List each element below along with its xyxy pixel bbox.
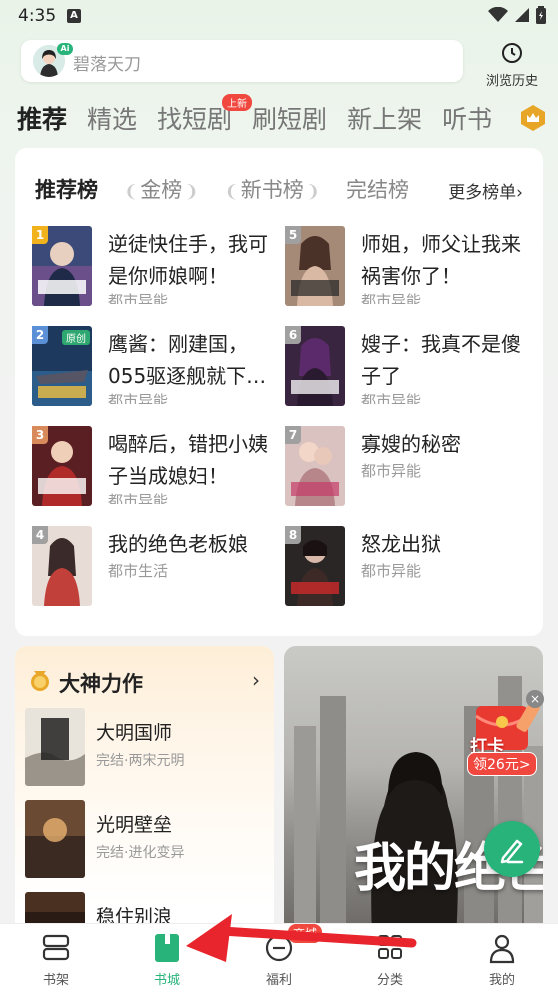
status-icons <box>488 6 546 24</box>
profile-icon <box>489 934 515 964</box>
rank-number: 2 <box>32 326 48 344</box>
book-title: 嫂子：我真不是傻子了 <box>361 332 521 388</box>
search-placeholder: 碧落天刀 <box>73 55 141 75</box>
medal-icon <box>31 671 49 691</box>
ranking-book-6[interactable]: 6 嫂子：我真不是傻子了 都市异能 <box>285 326 535 410</box>
bottom-nav: 书架 书城 福利 分类 我的 <box>0 923 558 993</box>
tab-new-arrivals[interactable]: 新上架 <box>347 100 422 138</box>
book-cover <box>25 800 85 878</box>
nav-bookstore[interactable]: 书城 <box>132 932 202 988</box>
nav-label: 我的 <box>488 973 515 988</box>
tab-find-short-drama[interactable]: 找短剧 上新 <box>157 94 253 138</box>
rank-number: 7 <box>285 426 301 444</box>
god-works-tag: 完结·两宋元明 <box>96 753 185 769</box>
ranking-book-4[interactable]: 4 我的绝色老板娘 都市生活 <box>32 526 282 610</box>
vip-crown-icon[interactable] <box>520 104 546 132</box>
checkin-close-icon[interactable]: × <box>526 690 544 708</box>
new-badge: 上新 <box>222 94 253 111</box>
god-works-more-icon[interactable]: › <box>252 668 260 692</box>
search-input[interactable]: Ai 碧落天刀 <box>21 40 463 82</box>
ranking-tab-new[interactable]: 新书榜 <box>225 174 321 204</box>
book-title: 我的绝色老板娘 <box>108 532 248 556</box>
ranking-tabs: 推荐榜 金榜 新书榜 完结榜 <box>35 174 435 204</box>
book-cover <box>25 708 85 786</box>
nav-category[interactable]: 分类 <box>355 932 425 988</box>
ranking-tab-recommend[interactable]: 推荐榜 <box>35 174 98 204</box>
ranking-card: 推荐榜 金榜 新书榜 完结榜 更多榜单› 1 逆徒快住手，我可是你师娘啊！ 都市… <box>15 148 543 636</box>
ranking-book-1[interactable]: 1 逆徒快住手，我可是你师娘啊！ 都市异能 <box>32 226 282 310</box>
nav-bookshelf[interactable]: 书架 <box>21 932 91 988</box>
top-tabs: 推荐 精选 找短剧 上新 刷短剧 新上架 听书 <box>17 94 512 138</box>
more-rankings-link[interactable]: 更多榜单› <box>436 178 523 203</box>
tab-featured[interactable]: 精选 <box>87 100 137 138</box>
nav-label: 书架 <box>42 973 69 988</box>
rank-number: 8 <box>285 526 301 544</box>
rank-number: 4 <box>32 526 48 544</box>
status-time: 4:35 <box>18 6 57 26</box>
nav-label: 分类 <box>376 973 403 988</box>
write-fab-button[interactable] <box>484 821 540 877</box>
clock-icon <box>502 43 522 63</box>
god-works-card: 大神力作 › 大明国师 完结·两宋元明 光明壁垒 完结·进化变异 稳住别浪 <box>15 646 274 936</box>
nav-label: 书城 <box>153 973 180 988</box>
signal-icon <box>515 8 529 22</box>
ranking-book-7[interactable]: 7 寡嫂的秘密 都市异能 <box>285 426 535 510</box>
nav-profile[interactable]: 我的 <box>467 932 537 988</box>
god-works-title: 大神力作 <box>59 672 143 696</box>
god-works-tag: 完结·进化变异 <box>96 845 185 861</box>
tab-watch-short-drama[interactable]: 刷短剧 <box>252 100 327 138</box>
book-title: 怒龙出狱 <box>361 532 441 556</box>
tab-audiobook[interactable]: 听书 <box>442 100 492 138</box>
book-tag: 都市异能 <box>108 492 169 504</box>
tab-find-short-drama-label: 找短剧 <box>157 105 233 134</box>
ai-badge: Ai <box>57 43 73 55</box>
tab-recommend[interactable]: 推荐 <box>17 100 67 138</box>
ranking-book-3[interactable]: 3 喝醉后，错把小姨子当成媳妇！ 都市异能 <box>32 426 282 510</box>
promo-banner[interactable]: 我的绝色小姨 <box>284 646 543 936</box>
book-tag: 都市生活 <box>108 562 169 580</box>
bookshelf-icon <box>42 934 70 961</box>
book-title: 寡嫂的秘密 <box>361 432 461 456</box>
god-works-item[interactable]: 光明壁垒 完结·进化变异 <box>25 800 265 878</box>
battery-icon <box>536 6 546 24</box>
book-tag: 都市异能 <box>361 462 422 480</box>
god-works-name: 光明壁垒 <box>96 814 173 836</box>
history-label: 浏览历史 <box>485 74 538 89</box>
rank-number: 3 <box>32 426 48 444</box>
book-tag: 都市异能 <box>108 392 169 404</box>
ranking-tab-finished[interactable]: 完结榜 <box>346 174 409 204</box>
original-badge: 原创 <box>62 330 90 345</box>
ranking-book-2[interactable]: 2 原创 鹰酱：刚建国，055驱逐舰就下… 都市异能 <box>32 326 282 410</box>
pen-icon <box>500 839 524 864</box>
nav-label: 福利 <box>265 973 292 988</box>
rank-number: 5 <box>285 226 301 244</box>
book-title: 师姐，师父让我来祸害你了！ <box>361 232 521 288</box>
category-icon <box>378 935 402 959</box>
wifi-icon <box>488 7 508 22</box>
rank-number: 6 <box>285 326 301 344</box>
god-works-name: 大明国师 <box>96 722 173 744</box>
book-title: 喝醉后，错把小姨子当成媳妇！ <box>108 432 268 488</box>
ranking-book-8[interactable]: 8 怒龙出狱 都市异能 <box>285 526 535 610</box>
status-bar: 4:35 A <box>0 0 558 34</box>
rank-number: 1 <box>32 226 48 244</box>
checkin-reward: 领26元> <box>467 752 537 776</box>
ranking-book-5[interactable]: 5 师姐，师父让我来祸害你了！ 都市异能 <box>285 226 535 310</box>
book-tag: 都市异能 <box>361 562 422 580</box>
book-title: 逆徒快住手，我可是你师娘啊！ <box>108 232 268 288</box>
history-button[interactable]: 浏览历史 <box>480 42 544 89</box>
god-works-item[interactable]: 大明国师 完结·两宋元明 <box>25 708 265 786</box>
notification-icon: A <box>67 9 81 23</box>
book-tag: 都市异能 <box>361 392 422 404</box>
mall-badge: 商城 <box>288 924 323 943</box>
bookstore-icon <box>155 934 179 962</box>
book-tag: 都市异能 <box>108 292 169 304</box>
book-title: 鹰酱：刚建国，055驱逐舰就下… <box>108 332 267 388</box>
ranking-tab-gold[interactable]: 金榜 <box>124 174 199 204</box>
book-tag: 都市异能 <box>361 292 422 304</box>
